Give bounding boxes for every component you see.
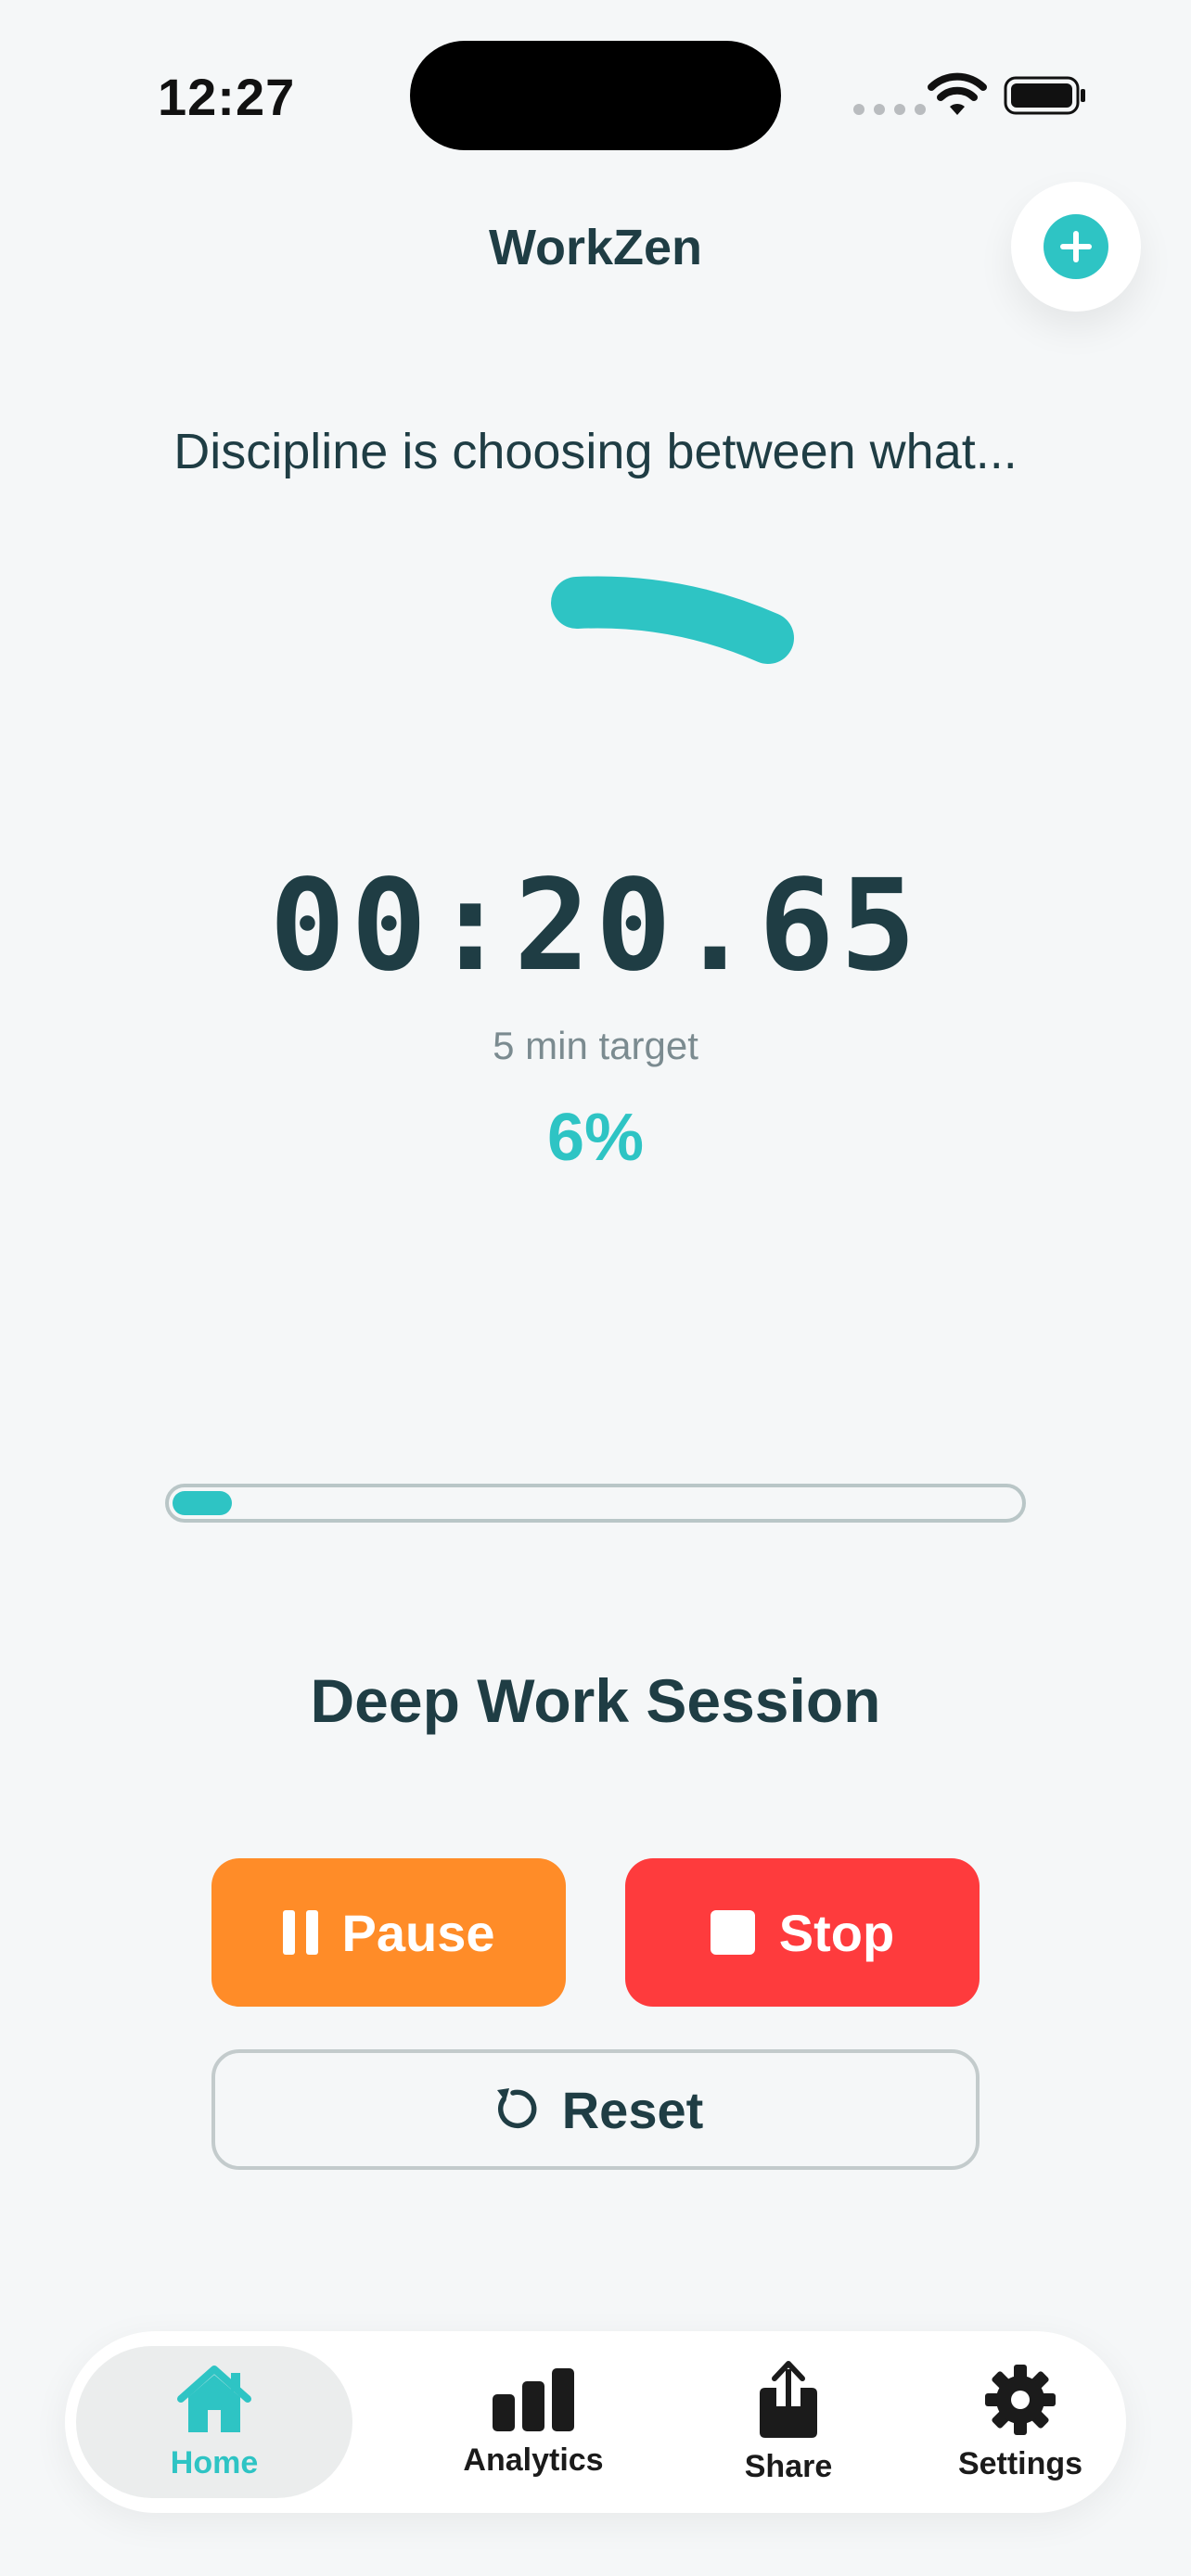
cellular-signal-icon [853, 104, 926, 115]
stop-button[interactable]: Stop [625, 1858, 980, 2007]
tab-settings-label: Settings [957, 2445, 1083, 2481]
bar-chart-icon [493, 2367, 574, 2431]
battery-icon [1004, 76, 1085, 115]
motivational-quote: Discipline is choosing between what... [173, 424, 1018, 479]
stop-icon [710, 1910, 755, 1955]
progress-percent: 6% [546, 1101, 645, 1175]
reset-icon [496, 2088, 537, 2129]
tab-home-label: Home [170, 2444, 259, 2480]
stop-button-label: Stop [778, 1903, 895, 1962]
tab-home[interactable]: Home [76, 2346, 352, 2498]
status-time: 12:27 [158, 68, 296, 126]
share-icon [760, 2360, 817, 2438]
reset-button-label: Reset [561, 2080, 704, 2139]
tab-analytics-label: Analytics [463, 2442, 604, 2478]
timer-display: 00:20.65 [269, 853, 922, 1000]
tab-analytics[interactable]: Analytics [380, 2331, 686, 2513]
wifi-icon [928, 72, 987, 115]
tab-share-label: Share [744, 2448, 833, 2484]
session-title: Deep Work Session [310, 1666, 881, 1735]
progress-arc [551, 576, 794, 664]
tab-bar: Home Analytics Share Settings [65, 2331, 1126, 2513]
plus-circle-icon [1044, 214, 1108, 279]
target-label: 5 min target [493, 1024, 698, 1067]
pause-icon [282, 1910, 318, 1955]
progress-bar [165, 1484, 1026, 1523]
progress-bar-fill [173, 1491, 232, 1515]
gear-icon [985, 2364, 1056, 2435]
reset-button[interactable]: Reset [211, 2049, 980, 2170]
pause-button[interactable]: Pause [211, 1858, 566, 2007]
add-button[interactable] [1011, 182, 1141, 312]
house-icon [177, 2365, 251, 2432]
dynamic-island [410, 41, 781, 150]
pause-button-label: Pause [341, 1903, 495, 1962]
tab-settings[interactable]: Settings [881, 2331, 1159, 2513]
